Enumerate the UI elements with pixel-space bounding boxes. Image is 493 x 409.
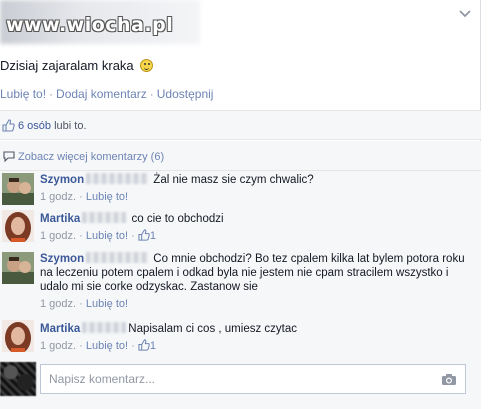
post-text-content: Dzisiaj zajaralam kraka [0,58,134,73]
comment-body: Martika Napisalam ci cos , umiesz czytac … [40,322,473,353]
comment-text: co cie to obchodzi [131,213,224,225]
comment-body: Szymon Żal nie masz sie czym chwalic? 1 … [40,173,473,204]
commenter-name[interactable]: Szymon [40,253,84,265]
commenter-name[interactable]: Martika [40,323,80,335]
likes-summary: 6 osób lubi to. [0,110,481,140]
post-actions: Lubię to! · Dodaj komentarz · Udostępnij [0,87,214,101]
comment-input[interactable] [49,366,429,392]
comment-bubble-icon [3,151,15,162]
blurred-surname [82,322,127,333]
comment-like-count[interactable]: 1 [150,230,156,242]
view-more-comments-label[interactable]: Zobacz więcej komentarzy (6) [18,151,164,163]
like-comment-link[interactable]: Lubię to! [86,340,128,352]
add-comment-link[interactable]: Dodaj komentarz [56,87,147,101]
avatar[interactable] [2,252,34,284]
comment-text: Napisalam ci cos , umiesz czytac [128,323,297,335]
like-comment-link[interactable]: Lubię to! [86,298,128,310]
comment-text: Żal nie masz sie czym chwalic? [153,174,314,186]
avatar[interactable] [2,320,34,352]
avatar[interactable] [2,173,34,205]
smile-emoji-icon [140,59,154,72]
like-comment-link[interactable]: Lubię to! [86,230,128,242]
likes-text: 6 osób lubi to. [18,120,87,132]
comment-meta: 1 godz. · Lubię to! · 1 [40,339,156,352]
post-text: Dzisiaj zajaralam kraka [0,58,154,73]
blurred-surname [86,252,149,263]
watermark: www.wiocha.pl [6,14,174,36]
comment-input-box[interactable] [40,364,466,394]
comment-meta: 1 godz. · Lubię to! [40,191,129,203]
like-post-link[interactable]: Lubię to! [0,87,46,101]
share-link[interactable]: Udostępnij [157,87,214,101]
camera-icon[interactable] [441,373,457,386]
comment-like-count[interactable]: 1 [150,340,156,352]
thumbs-up-icon [138,229,150,241]
blurred-surname [82,212,127,223]
likes-count-link[interactable]: 6 osób [18,120,51,132]
comment-body: Szymon Co mnie obchodzi? Bo tez cpalem k… [40,252,473,311]
thumbs-up-icon [138,339,150,351]
post-card: www.wiocha.pl Dzisiaj zajaralam kraka Lu… [0,0,481,409]
comment-body: Martika co cie to obchodzi 1 godz. · Lub… [40,212,473,243]
commenter-name[interactable]: Martika [40,213,80,225]
chevron-down-icon[interactable] [458,6,472,20]
like-comment-link[interactable]: Lubię to! [86,191,128,203]
comment-meta: 1 godz. · Lubię to! · 1 [40,229,156,242]
avatar [0,362,36,396]
comment-meta: 1 godz. · Lubię to! [40,298,129,310]
blurred-surname [86,173,149,184]
thumbs-up-icon [2,119,15,132]
view-more-comments[interactable]: Zobacz więcej komentarzy (6) [0,141,481,171]
avatar[interactable] [2,210,34,242]
commenter-name[interactable]: Szymon [40,174,84,186]
comment-composer [0,362,481,398]
